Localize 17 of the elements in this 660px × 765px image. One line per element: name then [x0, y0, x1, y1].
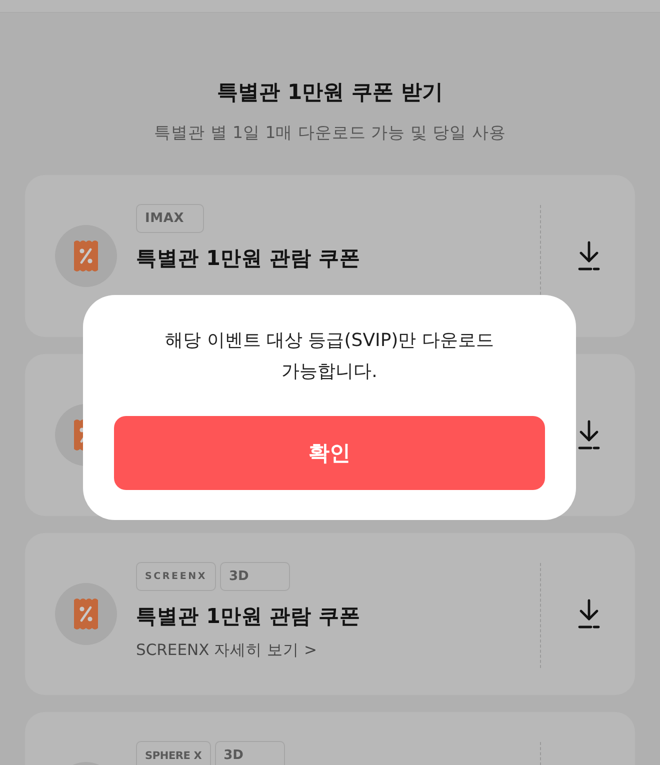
coupon-title: 특별관 1만원 관람 쿠폰 [136, 245, 361, 272]
format-tag: 3D [220, 562, 290, 591]
confirm-button[interactable]: 확인 [114, 416, 545, 490]
format-tag: SCREENX [136, 562, 216, 591]
coupon-title: 특별관 1만원 관람 쿠폰 [136, 603, 361, 630]
format-tag: 3D [214, 741, 285, 765]
ticket-icon [55, 225, 117, 287]
download-icon[interactable] [578, 420, 600, 450]
alert-message: 해당 이벤트 대상 등급(SVIP)만 다운로드 가능합니다. [165, 329, 494, 384]
format-tag: IMAX [136, 204, 204, 233]
page-subtitle: 특별관 별 1일 1매 다운로드 가능 및 당일 사용 [154, 122, 506, 144]
download-icon[interactable] [578, 599, 600, 629]
page-title: 특별관 1만원 쿠폰 받기 [217, 79, 443, 106]
ticket-icon [55, 583, 117, 645]
detail-link[interactable]: SCREENX 자세히 보기 > [136, 639, 317, 661]
format-tag: SPHERE X [136, 741, 211, 765]
download-icon[interactable] [578, 241, 600, 271]
